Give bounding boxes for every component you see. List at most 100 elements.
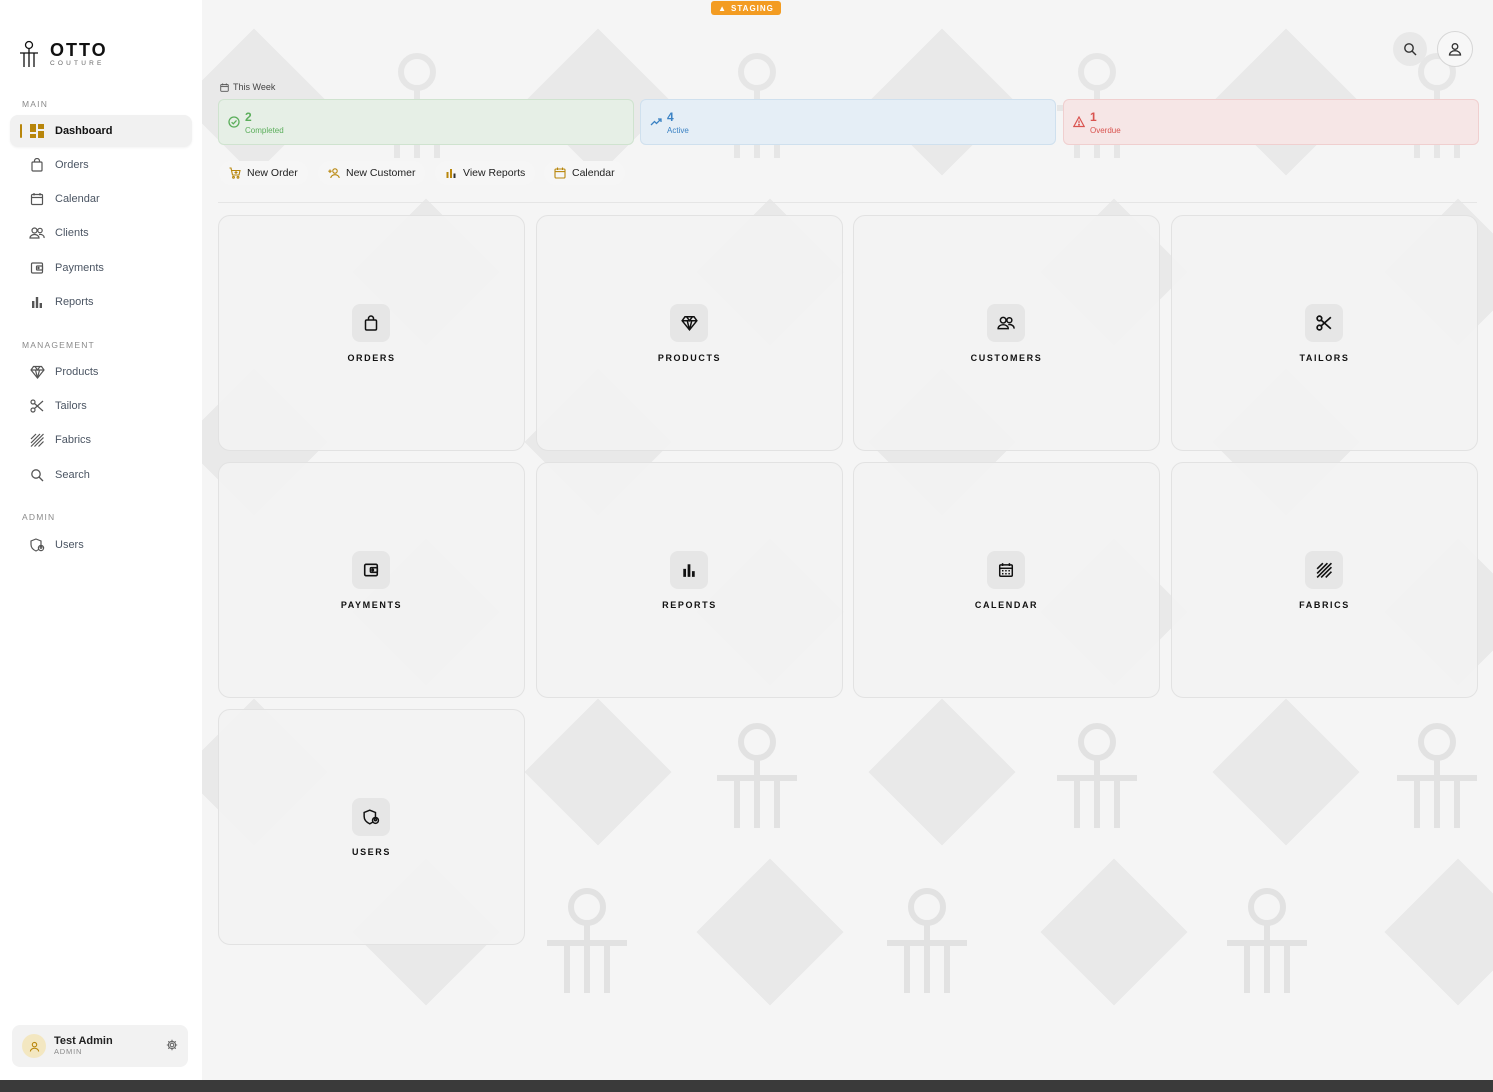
wallet-icon xyxy=(352,551,390,589)
pattern-diamond xyxy=(524,698,672,846)
stat-completed-value: 2 xyxy=(245,110,252,124)
users-icon xyxy=(987,304,1025,342)
otto-logo-icon xyxy=(20,40,38,67)
tile-orders[interactable]: ORDERS xyxy=(218,215,525,451)
bar-chart-icon xyxy=(29,294,45,310)
section-divider xyxy=(218,202,1477,203)
section-label-main: MAIN xyxy=(22,99,49,109)
sidebar-item-orders[interactable]: Orders xyxy=(10,149,192,181)
pattern-figure xyxy=(1057,723,1137,828)
sidebar-item-label: Clients xyxy=(55,227,89,239)
this-week-header: This Week xyxy=(220,82,275,92)
stat-overdue[interactable]: 1 Overdue xyxy=(1063,99,1479,145)
profile-button[interactable] xyxy=(1437,31,1473,67)
calendar-icon xyxy=(987,551,1025,589)
bottom-bar xyxy=(0,1080,1493,1092)
sidebar-item-label: Reports xyxy=(55,296,94,308)
calendar-button[interactable]: Calendar xyxy=(544,161,625,185)
pattern-diamond xyxy=(1384,858,1493,1006)
bar-chart-icon xyxy=(446,169,456,178)
tile-products[interactable]: PRODUCTS xyxy=(536,215,843,451)
tile-label: PRODUCTS xyxy=(657,353,722,363)
sidebar-item-label: Dashboard xyxy=(55,125,113,137)
pattern-figure xyxy=(1227,888,1307,993)
pattern-diamond xyxy=(868,698,1016,846)
fabric-icon xyxy=(29,432,45,448)
shopping-bag-icon xyxy=(352,304,390,342)
gear-icon[interactable] xyxy=(166,1039,178,1051)
tile-label: USERS xyxy=(351,847,391,857)
sidebar-item-products[interactable]: Products xyxy=(10,356,192,388)
user-shield-icon xyxy=(29,537,45,553)
sidebar-item-dashboard[interactable]: Dashboard xyxy=(10,115,192,147)
search-icon xyxy=(29,467,45,483)
calendar-icon xyxy=(220,82,229,92)
new-customer-button[interactable]: New Customer xyxy=(318,161,426,185)
cart-plus-icon xyxy=(229,167,241,179)
pattern-figure xyxy=(887,888,967,993)
this-week-label: This Week xyxy=(233,82,276,92)
global-search-button[interactable] xyxy=(1393,32,1427,66)
pattern-diamond xyxy=(1212,698,1360,846)
calendar-label: Calendar xyxy=(572,167,615,179)
tile-label: FABRICS xyxy=(1299,600,1350,610)
staging-badge: ▲ STAGING xyxy=(711,1,781,15)
user-shield-icon xyxy=(352,798,390,836)
tile-payments[interactable]: PAYMENTS xyxy=(218,462,525,698)
stat-active-value: 4 xyxy=(667,110,674,124)
tile-calendar[interactable]: CALENDAR xyxy=(853,462,1160,698)
pattern-figure xyxy=(547,888,627,993)
pattern-figure xyxy=(717,723,797,828)
sidebar-item-fabrics[interactable]: Fabrics xyxy=(10,424,192,456)
user-role: ADMIN xyxy=(54,1047,83,1056)
tile-label: ORDERS xyxy=(347,353,396,363)
tile-users[interactable]: USERS xyxy=(218,709,525,945)
scissors-icon xyxy=(1305,304,1343,342)
tile-label: TAILORS xyxy=(1299,353,1350,363)
check-circle-icon xyxy=(228,116,240,128)
section-label-management: MANAGEMENT xyxy=(22,340,95,350)
stat-overdue-label: Overdue xyxy=(1090,126,1121,135)
stat-active[interactable]: 4 Active xyxy=(640,99,1056,145)
sidebar-item-label: Products xyxy=(55,366,99,378)
pattern-figure xyxy=(1397,723,1477,828)
sidebar-item-label: Search xyxy=(55,469,90,481)
sidebar-item-users[interactable]: Users xyxy=(10,529,192,561)
sidebar-item-label: Calendar xyxy=(55,193,100,205)
user-icon xyxy=(1448,43,1462,56)
tile-label: CALENDAR xyxy=(974,600,1039,610)
tile-tailors[interactable]: TAILORS xyxy=(1171,215,1478,451)
rocket-icon: ▲ xyxy=(718,3,728,13)
sidebar-item-search[interactable]: Search xyxy=(10,459,192,491)
scissors-icon xyxy=(29,398,45,414)
stat-completed[interactable]: 2 Completed xyxy=(218,99,634,145)
tile-label: REPORTS xyxy=(662,600,717,610)
sidebar-item-label: Fabrics xyxy=(55,434,92,446)
brand-logo[interactable]: OTTO COUTURE xyxy=(18,40,108,68)
sidebar-item-label: Orders xyxy=(55,159,89,171)
view-reports-button[interactable]: View Reports xyxy=(435,161,536,185)
sidebar-item-reports[interactable]: Reports xyxy=(10,286,192,318)
sidebar: OTTO COUTURE MAIN Dashboard Orders Calen… xyxy=(0,0,202,1080)
sidebar-item-label: Users xyxy=(55,539,84,551)
stat-completed-label: Completed xyxy=(245,126,284,135)
sidebar-item-payments[interactable]: Payments xyxy=(10,252,192,284)
shopping-bag-icon xyxy=(29,157,45,173)
sidebar-item-label: Tailors xyxy=(55,400,87,412)
section-label-admin: ADMIN xyxy=(22,512,56,522)
tile-fabrics[interactable]: FABRICS xyxy=(1171,462,1478,698)
tile-label: PAYMENTS xyxy=(340,600,403,610)
sidebar-item-clients[interactable]: Clients xyxy=(10,217,192,249)
new-order-button[interactable]: New Order xyxy=(219,161,308,185)
tile-label: CUSTOMERS xyxy=(970,353,1043,363)
brand-subtitle: COUTURE xyxy=(50,59,105,67)
diamond-icon xyxy=(670,304,708,342)
tile-reports[interactable]: REPORTS xyxy=(536,462,843,698)
sidebar-item-tailors[interactable]: Tailors xyxy=(10,390,192,422)
pattern-diamond xyxy=(1040,858,1188,1006)
user-plus-icon xyxy=(328,168,340,179)
user-profile-card[interactable]: Test Admin ADMIN xyxy=(12,1025,188,1067)
sidebar-item-calendar[interactable]: Calendar xyxy=(10,183,192,215)
tile-customers[interactable]: CUSTOMERS xyxy=(853,215,1160,451)
view-reports-label: View Reports xyxy=(463,167,526,179)
